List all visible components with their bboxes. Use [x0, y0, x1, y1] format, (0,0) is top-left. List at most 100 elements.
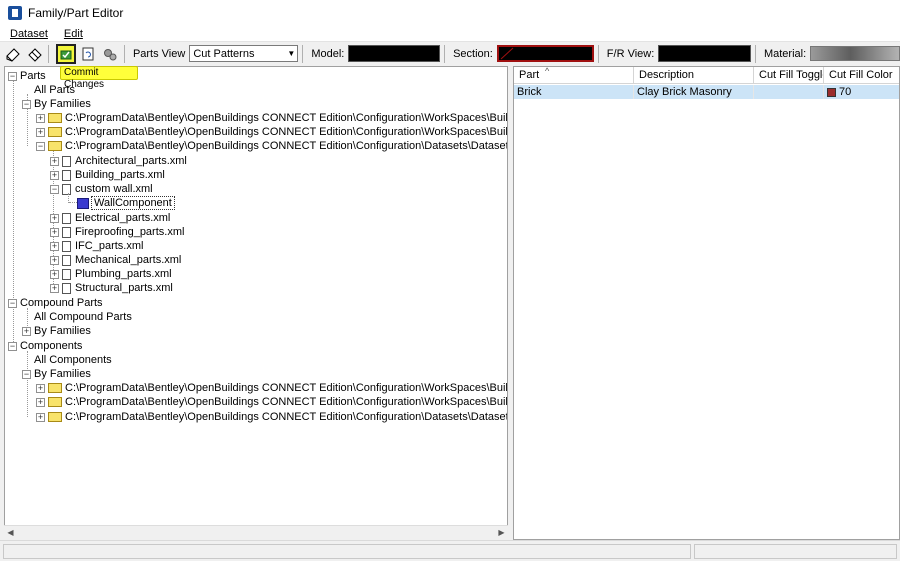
parts-grid[interactable]: Part ^ Description Cut Fill Toggle Cut F…: [513, 66, 900, 540]
collapse-icon[interactable]: −: [36, 141, 45, 151]
section-preview[interactable]: [496, 45, 594, 62]
expand-icon[interactable]: +: [50, 156, 59, 166]
tree-node-label: Plumbing_parts.xml: [75, 268, 172, 280]
collapse-icon[interactable]: −: [8, 341, 17, 351]
expand-icon[interactable]: +: [36, 383, 45, 393]
expand-icon[interactable]: +: [50, 227, 59, 237]
model-preview[interactable]: [348, 45, 441, 62]
document-icon: [62, 226, 71, 238]
app-icon: [8, 6, 22, 20]
commit-changes-button[interactable]: [56, 43, 76, 64]
tree-node-file[interactable]: + Fireproofing_parts.xml: [50, 225, 184, 239]
expand-icon[interactable]: +: [50, 255, 59, 265]
tree-node-file[interactable]: + Architectural_parts.xml: [50, 154, 187, 168]
menu-edit[interactable]: Edit: [58, 28, 89, 40]
expand-icon[interactable]: +: [50, 269, 59, 279]
cell-part[interactable]: Brick: [514, 85, 634, 99]
tree-node-file[interactable]: + Building_parts.xml: [50, 168, 165, 182]
tree-node-all-components[interactable]: All Components: [34, 353, 112, 367]
tree-node-components-by-families[interactable]: − By Families: [22, 367, 91, 381]
chevron-down-icon: ▼: [287, 49, 296, 58]
tree-node-component-folder[interactable]: + C:\ProgramData\Bentley\OpenBuildings C…: [36, 395, 507, 409]
cell-cut-fill-color[interactable]: 70: [824, 85, 899, 99]
menu-dataset[interactable]: Dataset: [4, 28, 54, 40]
model-label: Model:: [311, 47, 345, 60]
expand-icon[interactable]: +: [50, 241, 59, 251]
expand-icon[interactable]: +: [22, 326, 31, 336]
status-panel: [3, 544, 691, 559]
column-header-description[interactable]: Description: [634, 67, 754, 84]
tree-node-label: Fireproofing_parts.xml: [75, 226, 185, 238]
tree-node-parts[interactable]: − Parts: [8, 69, 46, 83]
tree-node-file[interactable]: + Electrical_parts.xml: [50, 211, 170, 225]
table-row[interactable]: Brick Clay Brick Masonry 70: [514, 85, 899, 99]
collapse-icon[interactable]: −: [8, 71, 17, 81]
tree-node-label: Compound Parts: [20, 297, 103, 309]
column-label: Cut Fill Toggle: [759, 69, 824, 81]
expand-icon[interactable]: +: [36, 412, 45, 422]
tree-node-by-families[interactable]: − By Families: [22, 97, 91, 111]
column-label: Description: [639, 69, 695, 81]
tree-node-components[interactable]: − Components: [8, 339, 82, 353]
tree-node-part-folder[interactable]: + C:\ProgramData\Bentley\OpenBuildings C…: [36, 125, 508, 139]
collapse-icon[interactable]: −: [22, 369, 31, 379]
parts-view-select[interactable]: Cut Patterns ▼: [189, 45, 299, 62]
tree-node-file[interactable]: + Plumbing_parts.xml: [50, 267, 172, 281]
refresh-button[interactable]: [79, 44, 98, 64]
tree-node-label: C:\ProgramData\Bentley\OpenBuildings CON…: [65, 126, 508, 138]
scroll-left-icon[interactable]: ◀: [4, 526, 17, 539]
collapse-icon[interactable]: −: [50, 184, 59, 194]
document-icon: [62, 212, 71, 224]
fr-view-preview[interactable]: [658, 45, 751, 62]
expand-icon[interactable]: +: [36, 397, 45, 407]
tree-node-all-compound-parts[interactable]: All Compound Parts: [34, 310, 132, 324]
expand-icon[interactable]: +: [50, 213, 59, 223]
tree-guide: [27, 351, 28, 417]
tree-node-file[interactable]: + IFC_parts.xml: [50, 239, 143, 253]
expand-icon[interactable]: +: [36, 127, 45, 137]
material-preview[interactable]: [810, 46, 900, 61]
tree-guide: [69, 202, 77, 203]
tree-node-component-folder[interactable]: + C:\ProgramData\Bentley\OpenBuildings C…: [36, 381, 508, 395]
tree-node-label: C:\ProgramData\Bentley\OpenBuildings CON…: [65, 140, 508, 152]
tree-node-label: Architectural_parts.xml: [75, 155, 187, 167]
scroll-right-icon[interactable]: ▶: [495, 526, 508, 539]
tree-node-compound-parts[interactable]: − Compound Parts: [8, 296, 103, 310]
cell-cut-fill-toggle[interactable]: [754, 85, 824, 99]
folder-icon: [48, 113, 62, 123]
status-panel: [694, 544, 897, 559]
tree-node-part-folder[interactable]: − C:\ProgramData\Bentley\OpenBuildings C…: [36, 139, 508, 153]
tree-node-label: C:\ProgramData\Bentley\OpenBuildings CON…: [65, 382, 508, 394]
tree-node-file[interactable]: − custom wall.xml: [50, 182, 153, 196]
tree-node-compound-by-families[interactable]: + By Families: [22, 324, 91, 338]
horizontal-scrollbar[interactable]: ◀ ▶: [4, 525, 508, 538]
tree-node-file[interactable]: + Structural_parts.xml: [50, 281, 173, 295]
expand-icon[interactable]: +: [50, 170, 59, 180]
collapse-icon[interactable]: −: [8, 298, 17, 308]
column-header-part[interactable]: Part ^: [514, 67, 634, 84]
new-part-button[interactable]: [3, 44, 22, 64]
tree-node-file[interactable]: + Mechanical_parts.xml: [50, 253, 181, 267]
folder-icon: [48, 412, 62, 422]
folder-icon: [48, 141, 62, 151]
folder-icon: [48, 383, 62, 393]
tree-pane[interactable]: − Parts All Parts − By Families + C:\Pro…: [4, 66, 508, 538]
status-bar: [0, 540, 900, 561]
tree-node-part-folder[interactable]: + C:\ProgramData\Bentley\OpenBuildings C…: [36, 111, 507, 125]
cut-fill-color-value: 70: [839, 86, 852, 98]
expand-icon[interactable]: +: [50, 283, 59, 293]
toolbar-separator: [48, 44, 50, 63]
collapse-icon[interactable]: −: [22, 99, 31, 109]
settings-button[interactable]: [101, 44, 120, 64]
commit-changes-tooltip: Commit Changes: [60, 66, 138, 90]
column-header-cut-fill-color[interactable]: Cut Fill Color: [824, 67, 899, 84]
delete-part-button[interactable]: [25, 44, 44, 64]
tree-node-component-folder[interactable]: + C:\ProgramData\Bentley\OpenBuildings C…: [36, 410, 507, 424]
tree-node-wall-component[interactable]: WallComponent: [77, 196, 175, 210]
expand-icon[interactable]: +: [36, 113, 45, 123]
column-header-cut-fill-toggle[interactable]: Cut Fill Toggle: [754, 67, 824, 84]
tree-node-label: IFC_parts.xml: [75, 240, 144, 252]
document-icon: [62, 268, 71, 280]
tree-node-label: custom wall.xml: [75, 183, 153, 195]
cell-description[interactable]: Clay Brick Masonry: [634, 85, 754, 99]
